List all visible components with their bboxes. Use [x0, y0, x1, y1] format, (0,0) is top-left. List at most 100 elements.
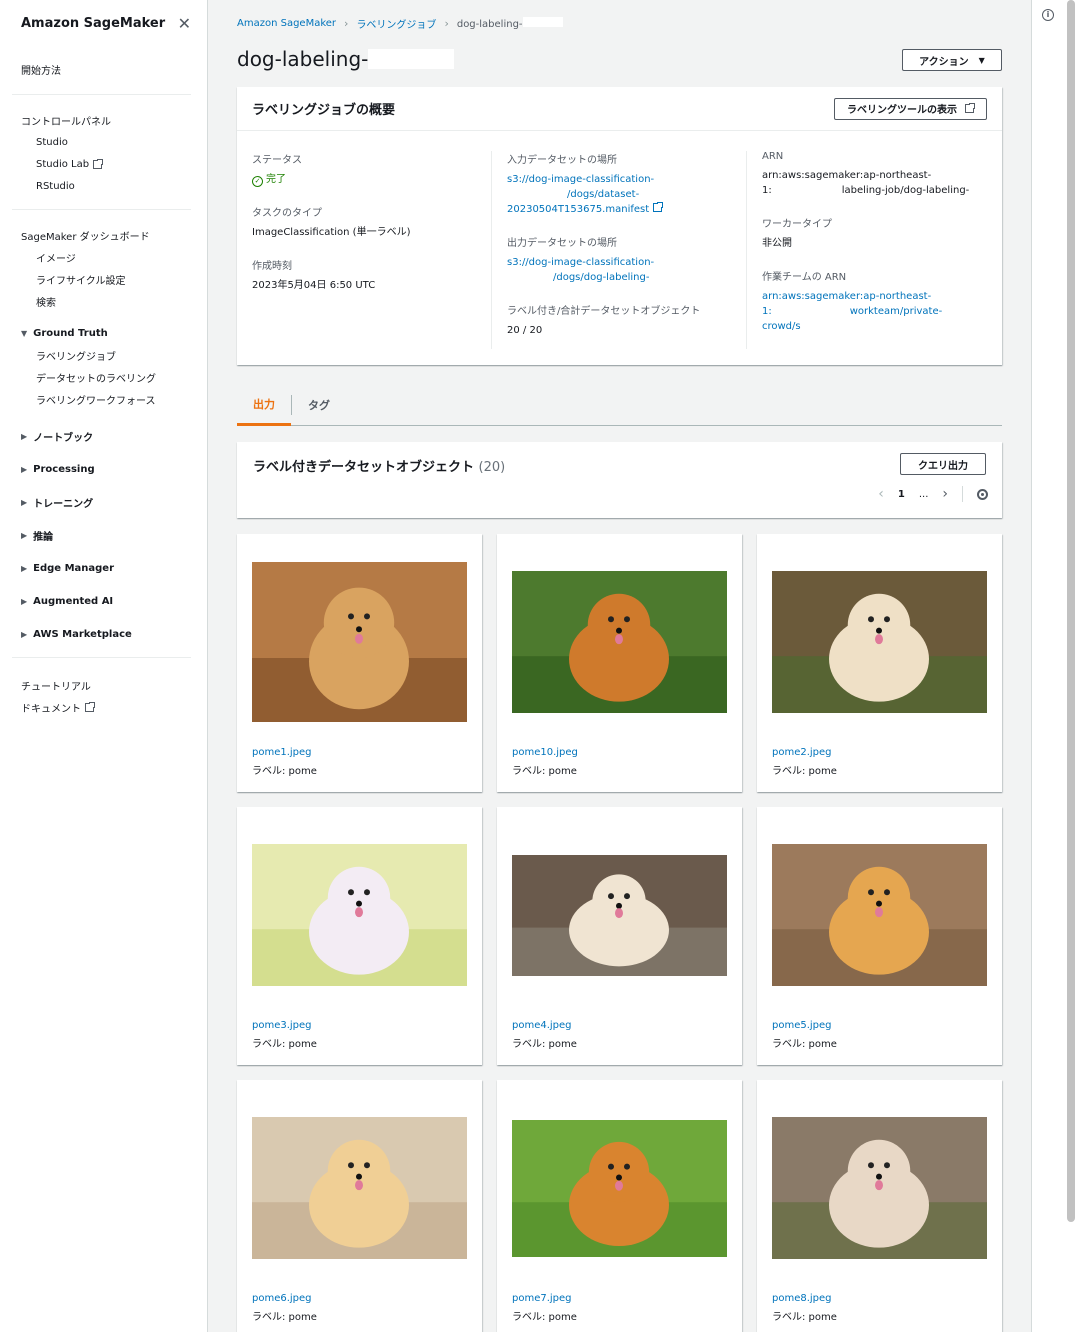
sidebar-section-ground-truth[interactable]: ▼ Ground Truth [0, 322, 207, 344]
output-location-label: 出力データセットの場所 [507, 238, 617, 249]
image-filename-link[interactable]: pome3.jpeg [252, 1020, 312, 1031]
sidebar-item-documents[interactable]: ドキュメント [0, 696, 207, 718]
caret-down-icon: ▼ [21, 328, 28, 338]
created-value: 2023年5月04日 6:50 UTC [252, 280, 376, 291]
caret-down-icon: ▼ [978, 55, 985, 65]
sidebar-item-getting-started[interactable]: 開始方法 [0, 58, 207, 80]
breadcrumb-labeling-jobs[interactable]: ラベリングジョブ [356, 16, 436, 31]
divider [12, 209, 191, 210]
image-card[interactable]: pome7.jpeg ラベル: pome [497, 1080, 742, 1332]
gear-icon[interactable] [977, 488, 988, 500]
sidebar-title[interactable]: Amazon SageMaker [21, 16, 165, 31]
chevron-right-icon: › [444, 17, 449, 30]
caret-right-icon: ▶ [21, 498, 28, 507]
status-value: ✓ 完了 [252, 172, 476, 187]
actions-button[interactable]: アクション ▼ [902, 49, 1002, 71]
image-card[interactable]: pome5.jpeg ラベル: pome [757, 807, 1002, 1065]
sidebar-item-tutorial[interactable]: チュートリアル [0, 674, 207, 696]
sidebar-section-processing[interactable]: ▶ Processing [0, 453, 207, 486]
dog-image[interactable] [252, 562, 467, 722]
worker-type-label: ワーカータイプ [762, 219, 832, 230]
sidebar-item-labeling-jobs[interactable]: ラベリングジョブ [0, 344, 207, 366]
dog-image[interactable] [772, 562, 987, 722]
image-card[interactable]: pome6.jpeg ラベル: pome [237, 1080, 482, 1332]
scrollbar[interactable] [1067, 0, 1075, 1222]
arn-label: ARN [762, 151, 784, 162]
dog-image[interactable] [252, 1108, 467, 1268]
overview-col-1: ステータス ✓ 完了 タスクのタイプ ImageClassification (単… [237, 151, 492, 349]
overview-col-2: 入力データセットの場所 s3://dog-image-classificatio… [492, 151, 747, 349]
view-labeling-tool-button[interactable]: ラベリングツールの表示 [834, 97, 987, 120]
breadcrumb-current-label: dog-labeling- [456, 19, 523, 30]
dog-image[interactable] [512, 1108, 727, 1268]
image-filename-link[interactable]: pome6.jpeg [252, 1293, 312, 1304]
query-output-button[interactable]: クエリ出力 [900, 453, 986, 475]
dog-image[interactable] [772, 1108, 987, 1268]
arn-line-2b: labeling-job/dog-labeling- [841, 185, 970, 196]
image-card[interactable]: pome1.jpeg ラベル: pome [237, 534, 482, 792]
image-card[interactable]: pome8.jpeg ラベル: pome [757, 1080, 1002, 1332]
sidebar-item-studio[interactable]: Studio [0, 131, 207, 153]
job-overview-panel: ラベリングジョブの概要 ラベリングツールの表示 ステータス ✓ 完了 タスクのタイ… [237, 87, 1002, 365]
sidebar-section-training[interactable]: ▶ トレーニング [0, 486, 207, 519]
overview-columns: ステータス ✓ 完了 タスクのタイプ ImageClassification (単… [237, 131, 1002, 349]
dog-image[interactable] [772, 835, 987, 995]
redaction [507, 187, 567, 197]
image-filename-link[interactable]: pome8.jpeg [772, 1293, 832, 1304]
tab-bar: 出力 タグ [237, 385, 1002, 426]
sidebar-item-search[interactable]: 検索 [0, 290, 207, 312]
sidebar-section-augmented-ai[interactable]: ▶ Augmented AI [0, 585, 207, 618]
dog-photo-icon [512, 854, 727, 976]
image-filename-link[interactable]: pome7.jpeg [512, 1293, 572, 1304]
info-icon[interactable]: i [1042, 9, 1054, 21]
sidebar-item-lifecycle[interactable]: ライフサイクル設定 [0, 268, 207, 290]
redaction [522, 17, 563, 27]
workteam-arn-label: 作業チームの ARN [762, 272, 847, 283]
sidebar-section-control-panel[interactable]: コントロールパネル [0, 109, 207, 131]
input-location-link[interactable]: s3://dog-image-classification- /dogs/data… [507, 174, 664, 215]
close-icon[interactable]: ✕ [178, 14, 191, 33]
chevron-left-icon[interactable]: ‹ [878, 486, 884, 502]
actions-button-label: アクション [919, 56, 969, 68]
image-label: ラベル: pome [772, 766, 837, 777]
breadcrumb-sagemaker[interactable]: Amazon SageMaker [237, 18, 336, 29]
image-card[interactable]: pome3.jpeg ラベル: pome [237, 807, 482, 1065]
chevron-right-icon[interactable]: › [942, 486, 948, 502]
sidebar-section-marketplace[interactable]: ▶ AWS Marketplace [0, 618, 207, 651]
input-location-label: 入力データセットの場所 [507, 155, 617, 166]
dog-image[interactable] [252, 835, 467, 995]
sidebar-section-notebook[interactable]: ▶ ノートブック [0, 420, 207, 453]
sidebar-item-studio-lab[interactable]: Studio Lab [0, 153, 207, 175]
tab-tags[interactable]: タグ [292, 385, 346, 425]
tab-output[interactable]: 出力 [237, 385, 291, 426]
image-card[interactable]: pome4.jpeg ラベル: pome [497, 807, 742, 1065]
sidebar-item-images[interactable]: イメージ [0, 246, 207, 268]
sidebar-item-workforce[interactable]: ラベリングワークフォース [0, 388, 207, 410]
caret-right-icon: ▶ [21, 531, 28, 540]
image-card[interactable]: pome2.jpeg ラベル: pome [757, 534, 1002, 792]
sidebar-section-edge-manager[interactable]: ▶ Edge Manager [0, 552, 207, 585]
sidebar-item-rstudio[interactable]: RStudio [0, 175, 207, 197]
team-line-3: crowd/s [762, 321, 801, 332]
image-filename-link[interactable]: pome1.jpeg [252, 747, 312, 758]
caret-right-icon: ▶ [21, 597, 28, 606]
image-filename-link[interactable]: pome10.jpeg [512, 747, 578, 758]
sidebar-section-inference[interactable]: ▶ 推論 [0, 519, 207, 552]
image-filename-link[interactable]: pome5.jpeg [772, 1020, 832, 1031]
breadcrumb: Amazon SageMaker › ラベリングジョブ › dog-labeli… [237, 16, 563, 31]
side-navigation: Amazon SageMaker ✕ 開始方法 コントロールパネル Studio… [0, 0, 208, 1332]
workteam-arn-link[interactable]: arn:aws:sagemaker:ap-northeast- 1: worktea… [762, 291, 942, 332]
image-filename-link[interactable]: pome2.jpeg [772, 747, 832, 758]
task-type-label: タスクのタイプ [252, 208, 322, 219]
caret-right-icon: ▶ [21, 564, 28, 573]
image-card[interactable]: pome10.jpeg ラベル: pome [497, 534, 742, 792]
redaction [368, 49, 455, 69]
dog-image[interactable] [512, 562, 727, 722]
image-label: ラベル: pome [252, 1039, 317, 1050]
image-filename-link[interactable]: pome4.jpeg [512, 1020, 572, 1031]
sidebar-item-dataset-labeling[interactable]: データセットのラベリング [0, 366, 207, 388]
page-number[interactable]: 1 [898, 489, 905, 500]
sidebar-section-dashboard[interactable]: SageMaker ダッシュボード [0, 224, 207, 246]
output-location-link[interactable]: s3://dog-image-classification- /dogs/dog-… [507, 257, 654, 283]
dog-image[interactable] [512, 835, 727, 995]
